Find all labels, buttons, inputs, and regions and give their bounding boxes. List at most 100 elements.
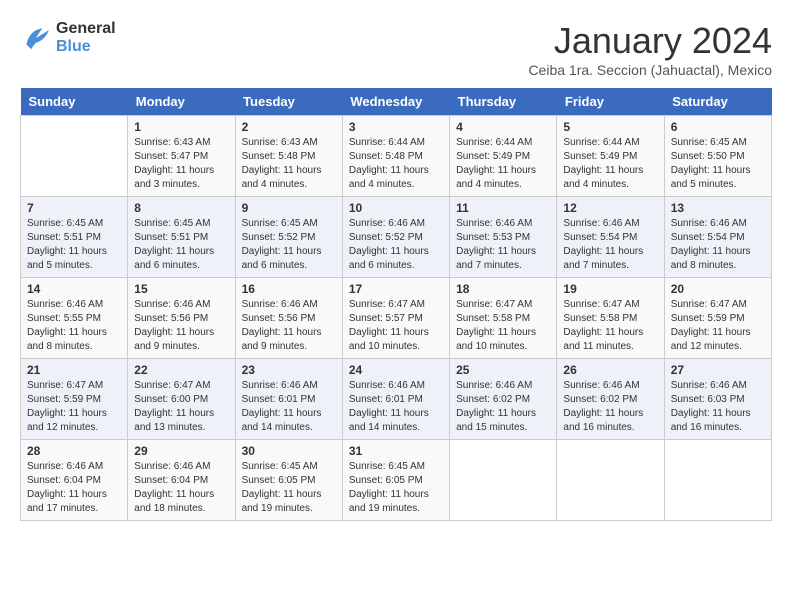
day-detail: Sunrise: 6:46 AMSunset: 5:55 PMDaylight:…	[27, 298, 121, 354]
day-number: 16	[242, 282, 336, 296]
calendar-cell: 13 Sunrise: 6:46 AMSunset: 5:54 PMDaylig…	[664, 197, 771, 278]
day-detail: Sunrise: 6:46 AMSunset: 6:03 PMDaylight:…	[671, 379, 765, 435]
day-detail: Sunrise: 6:43 AMSunset: 5:47 PMDaylight:…	[134, 136, 228, 192]
calendar-cell: 25 Sunrise: 6:46 AMSunset: 6:02 PMDaylig…	[450, 359, 557, 440]
day-number: 23	[242, 363, 336, 377]
calendar-cell: 27 Sunrise: 6:46 AMSunset: 6:03 PMDaylig…	[664, 359, 771, 440]
day-number: 1	[134, 120, 228, 134]
calendar-cell: 5 Sunrise: 6:44 AMSunset: 5:49 PMDayligh…	[557, 116, 664, 197]
calendar-cell: 23 Sunrise: 6:46 AMSunset: 6:01 PMDaylig…	[235, 359, 342, 440]
calendar-cell: 18 Sunrise: 6:47 AMSunset: 5:58 PMDaylig…	[450, 278, 557, 359]
day-number: 19	[563, 282, 657, 296]
day-number: 4	[456, 120, 550, 134]
day-detail: Sunrise: 6:46 AMSunset: 6:01 PMDaylight:…	[349, 379, 443, 435]
day-number: 30	[242, 444, 336, 458]
day-detail: Sunrise: 6:46 AMSunset: 6:04 PMDaylight:…	[134, 460, 228, 516]
calendar-cell: 8 Sunrise: 6:45 AMSunset: 5:51 PMDayligh…	[128, 197, 235, 278]
day-number: 20	[671, 282, 765, 296]
calendar-cell: 29 Sunrise: 6:46 AMSunset: 6:04 PMDaylig…	[128, 440, 235, 521]
calendar-cell: 11 Sunrise: 6:46 AMSunset: 5:53 PMDaylig…	[450, 197, 557, 278]
calendar-cell: 31 Sunrise: 6:45 AMSunset: 6:05 PMDaylig…	[342, 440, 449, 521]
calendar-cell: 30 Sunrise: 6:45 AMSunset: 6:05 PMDaylig…	[235, 440, 342, 521]
calendar-cell	[664, 440, 771, 521]
calendar-week-1: 1 Sunrise: 6:43 AMSunset: 5:47 PMDayligh…	[21, 116, 772, 197]
calendar-week-3: 14 Sunrise: 6:46 AMSunset: 5:55 PMDaylig…	[21, 278, 772, 359]
day-number: 21	[27, 363, 121, 377]
calendar-cell	[450, 440, 557, 521]
day-number: 22	[134, 363, 228, 377]
calendar-cell: 28 Sunrise: 6:46 AMSunset: 6:04 PMDaylig…	[21, 440, 128, 521]
day-detail: Sunrise: 6:47 AMSunset: 5:58 PMDaylight:…	[456, 298, 550, 354]
day-number: 9	[242, 201, 336, 215]
header-wednesday: Wednesday	[342, 88, 449, 116]
calendar-cell: 3 Sunrise: 6:44 AMSunset: 5:48 PMDayligh…	[342, 116, 449, 197]
day-number: 27	[671, 363, 765, 377]
day-number: 3	[349, 120, 443, 134]
calendar-header-row: SundayMondayTuesdayWednesdayThursdayFrid…	[21, 88, 772, 116]
calendar-week-2: 7 Sunrise: 6:45 AMSunset: 5:51 PMDayligh…	[21, 197, 772, 278]
calendar-cell: 19 Sunrise: 6:47 AMSunset: 5:58 PMDaylig…	[557, 278, 664, 359]
day-detail: Sunrise: 6:43 AMSunset: 5:48 PMDaylight:…	[242, 136, 336, 192]
day-number: 18	[456, 282, 550, 296]
header-friday: Friday	[557, 88, 664, 116]
day-detail: Sunrise: 6:44 AMSunset: 5:49 PMDaylight:…	[563, 136, 657, 192]
day-detail: Sunrise: 6:45 AMSunset: 5:52 PMDaylight:…	[242, 217, 336, 273]
day-detail: Sunrise: 6:47 AMSunset: 5:59 PMDaylight:…	[27, 379, 121, 435]
calendar-cell: 4 Sunrise: 6:44 AMSunset: 5:49 PMDayligh…	[450, 116, 557, 197]
calendar-cell: 7 Sunrise: 6:45 AMSunset: 5:51 PMDayligh…	[21, 197, 128, 278]
day-detail: Sunrise: 6:46 AMSunset: 5:52 PMDaylight:…	[349, 217, 443, 273]
day-detail: Sunrise: 6:47 AMSunset: 5:58 PMDaylight:…	[563, 298, 657, 354]
title-block: January 2024 Ceiba 1ra. Seccion (Jahuact…	[528, 20, 772, 78]
calendar-cell: 15 Sunrise: 6:46 AMSunset: 5:56 PMDaylig…	[128, 278, 235, 359]
calendar-cell: 2 Sunrise: 6:43 AMSunset: 5:48 PMDayligh…	[235, 116, 342, 197]
calendar-cell: 6 Sunrise: 6:45 AMSunset: 5:50 PMDayligh…	[664, 116, 771, 197]
logo-icon	[20, 22, 52, 54]
day-detail: Sunrise: 6:47 AMSunset: 6:00 PMDaylight:…	[134, 379, 228, 435]
day-number: 5	[563, 120, 657, 134]
calendar-cell: 12 Sunrise: 6:46 AMSunset: 5:54 PMDaylig…	[557, 197, 664, 278]
calendar-cell	[21, 116, 128, 197]
day-number: 28	[27, 444, 121, 458]
day-number: 11	[456, 201, 550, 215]
day-detail: Sunrise: 6:45 AMSunset: 5:50 PMDaylight:…	[671, 136, 765, 192]
day-detail: Sunrise: 6:46 AMSunset: 5:54 PMDaylight:…	[563, 217, 657, 273]
calendar-cell: 22 Sunrise: 6:47 AMSunset: 6:00 PMDaylig…	[128, 359, 235, 440]
day-number: 2	[242, 120, 336, 134]
day-detail: Sunrise: 6:44 AMSunset: 5:49 PMDaylight:…	[456, 136, 550, 192]
calendar-cell: 10 Sunrise: 6:46 AMSunset: 5:52 PMDaylig…	[342, 197, 449, 278]
day-number: 17	[349, 282, 443, 296]
calendar-cell: 16 Sunrise: 6:46 AMSunset: 5:56 PMDaylig…	[235, 278, 342, 359]
day-number: 13	[671, 201, 765, 215]
day-number: 24	[349, 363, 443, 377]
day-number: 10	[349, 201, 443, 215]
day-number: 25	[456, 363, 550, 377]
logo-text: General Blue	[56, 20, 116, 56]
calendar-cell: 24 Sunrise: 6:46 AMSunset: 6:01 PMDaylig…	[342, 359, 449, 440]
calendar-cell: 14 Sunrise: 6:46 AMSunset: 5:55 PMDaylig…	[21, 278, 128, 359]
logo: General Blue	[20, 20, 116, 56]
day-detail: Sunrise: 6:46 AMSunset: 5:53 PMDaylight:…	[456, 217, 550, 273]
day-number: 7	[27, 201, 121, 215]
day-detail: Sunrise: 6:45 AMSunset: 5:51 PMDaylight:…	[134, 217, 228, 273]
calendar-cell: 9 Sunrise: 6:45 AMSunset: 5:52 PMDayligh…	[235, 197, 342, 278]
day-detail: Sunrise: 6:47 AMSunset: 5:57 PMDaylight:…	[349, 298, 443, 354]
page-header: General Blue January 2024 Ceiba 1ra. Sec…	[20, 20, 772, 78]
calendar-table: SundayMondayTuesdayWednesdayThursdayFrid…	[20, 88, 772, 521]
header-tuesday: Tuesday	[235, 88, 342, 116]
header-sunday: Sunday	[21, 88, 128, 116]
day-detail: Sunrise: 6:46 AMSunset: 6:04 PMDaylight:…	[27, 460, 121, 516]
calendar-cell: 1 Sunrise: 6:43 AMSunset: 5:47 PMDayligh…	[128, 116, 235, 197]
calendar-cell	[557, 440, 664, 521]
calendar-cell: 26 Sunrise: 6:46 AMSunset: 6:02 PMDaylig…	[557, 359, 664, 440]
day-detail: Sunrise: 6:46 AMSunset: 5:54 PMDaylight:…	[671, 217, 765, 273]
location-title: Ceiba 1ra. Seccion (Jahuactal), Mexico	[528, 62, 772, 78]
day-number: 6	[671, 120, 765, 134]
day-detail: Sunrise: 6:44 AMSunset: 5:48 PMDaylight:…	[349, 136, 443, 192]
day-number: 8	[134, 201, 228, 215]
day-detail: Sunrise: 6:45 AMSunset: 6:05 PMDaylight:…	[242, 460, 336, 516]
day-detail: Sunrise: 6:45 AMSunset: 5:51 PMDaylight:…	[27, 217, 121, 273]
calendar-cell: 20 Sunrise: 6:47 AMSunset: 5:59 PMDaylig…	[664, 278, 771, 359]
day-number: 15	[134, 282, 228, 296]
day-detail: Sunrise: 6:46 AMSunset: 6:02 PMDaylight:…	[563, 379, 657, 435]
calendar-week-5: 28 Sunrise: 6:46 AMSunset: 6:04 PMDaylig…	[21, 440, 772, 521]
